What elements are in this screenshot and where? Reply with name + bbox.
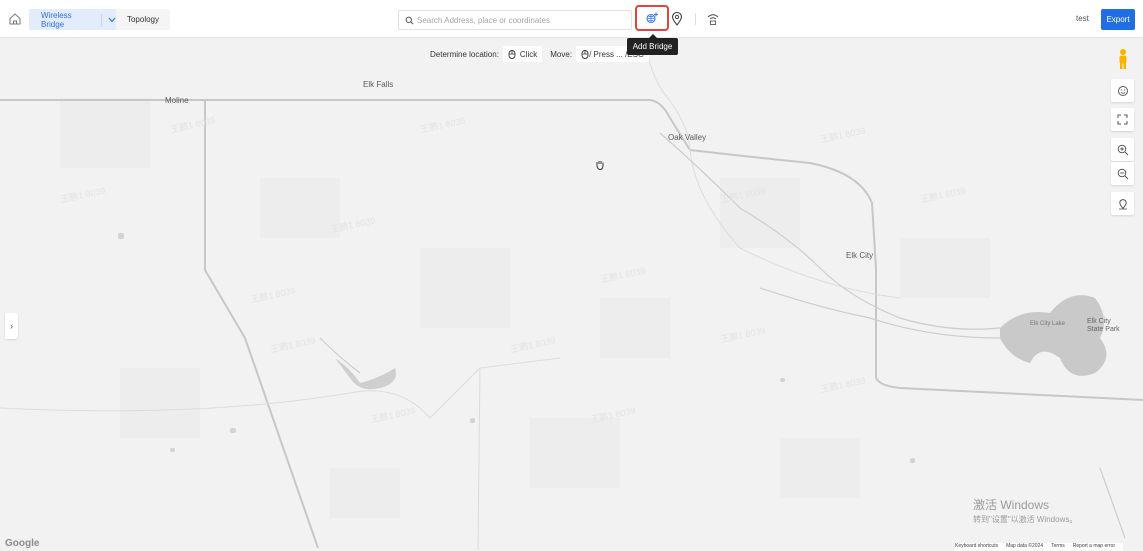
search-icon	[405, 16, 414, 24]
click-hint: Click	[502, 46, 543, 62]
wifi-signal-icon[interactable]	[706, 12, 720, 26]
windows-activation-notice: 激活 Windows 转到"设置"以激活 Windows。	[973, 496, 1077, 525]
place-elk-falls: Elk Falls	[363, 80, 394, 89]
tooltip-text: Add Bridge	[632, 42, 673, 51]
home-icon[interactable]	[8, 12, 22, 26]
place-elk-city: Elk City	[846, 251, 874, 260]
chevron-down-icon[interactable]	[101, 13, 116, 26]
toolbar-divider	[695, 13, 696, 25]
search-box	[398, 10, 632, 30]
determine-location-label: Determine location:	[430, 49, 499, 59]
mouse-icon	[581, 49, 589, 59]
zoom-in-icon[interactable]	[1111, 138, 1134, 161]
click-hint-label: Click	[519, 49, 538, 59]
move-label: Move:	[550, 49, 573, 59]
windows-activation-title: 激活 Windows	[973, 498, 1050, 512]
view-tabs: Wireless Bridge Topology	[29, 9, 170, 30]
tab-wireless-bridge-label: Wireless Bridge	[41, 10, 72, 29]
add-bridge-tooltip: Add Bridge	[627, 34, 678, 55]
export-button[interactable]: Export	[1101, 9, 1135, 30]
tab-topology-label: Topology	[126, 15, 160, 24]
tab-wireless-bridge[interactable]: Wireless Bridge	[29, 9, 116, 30]
place-oak-valley: Oak Valley	[668, 133, 707, 142]
map-hint-bar: Determine location: Click Move: / Press …	[430, 46, 649, 62]
expand-panel-button[interactable]: ›	[5, 313, 18, 339]
top-bar: Wireless Bridge Topology test Export	[0, 0, 1143, 38]
search-input[interactable]	[417, 15, 617, 25]
export-button-label: Export	[1106, 15, 1130, 24]
place-elk-city-state-park: Elk City State Park	[1087, 318, 1120, 333]
map-canvas[interactable]: Moline Elk Falls Oak Valley Elk City Elk…	[0, 38, 1143, 550]
hand-cursor-icon	[596, 161, 604, 171]
google-logo: Google	[5, 538, 40, 549]
tab-topology[interactable]: Topology	[116, 9, 170, 30]
add-bridge-button[interactable]	[635, 5, 669, 31]
add-bridge-icon	[646, 12, 658, 24]
map-roads-rivers	[0, 38, 1143, 550]
mouse-icon	[508, 49, 516, 59]
place-elk-city-lake: Elk City Lake	[1030, 321, 1066, 327]
locate-icon[interactable]	[1111, 192, 1134, 215]
face-icon[interactable]	[1111, 79, 1134, 102]
zoom-out-icon[interactable]	[1111, 162, 1134, 185]
user-name[interactable]: test	[1076, 14, 1089, 23]
location-pin-icon[interactable]	[671, 11, 683, 26]
windows-activation-subtitle: 转到"设置"以激活 Windows。	[973, 515, 1078, 524]
pegman-icon[interactable]	[1111, 47, 1134, 70]
fullscreen-icon[interactable]	[1111, 108, 1134, 131]
place-moline: Moline	[165, 96, 189, 105]
